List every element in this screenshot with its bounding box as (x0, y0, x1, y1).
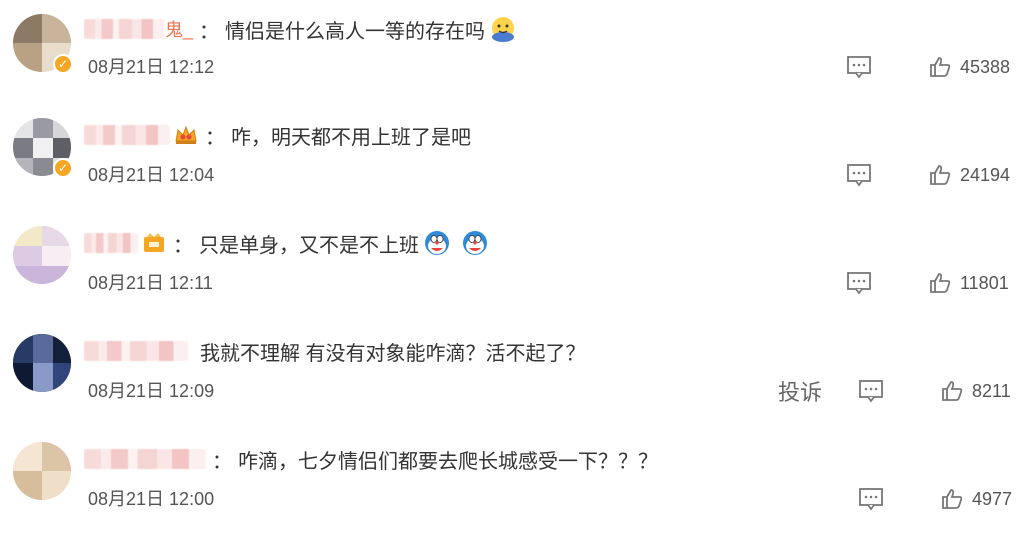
comment-time: 08月21日 12:04 (88, 165, 215, 185)
comment-text: 只是单身，又不是不上班 (199, 234, 419, 257)
comment-time: 08月21日 12:09 (88, 381, 215, 401)
username-suffix[interactable]: 鬼_ (165, 16, 193, 42)
comment-time: 08月21日 12:11 (88, 273, 213, 293)
like-count: 45388 (960, 56, 1011, 77)
avatar[interactable] (13, 442, 71, 500)
like-button[interactable]: 8211 (940, 379, 1024, 403)
report-button[interactable]: 投诉 (778, 375, 822, 407)
reply-icon[interactable] (846, 163, 872, 187)
thumbs-up-icon (928, 271, 952, 295)
reply-icon[interactable] (846, 271, 872, 295)
colon: ： (199, 20, 220, 43)
comment-text: 咋滴，七夕情侣们都要去爬长城感受一下？？？ (238, 450, 658, 473)
verified-icon: ✓ (53, 54, 73, 74)
comment-feed: ✓ 鬼_ ： 情侣是什么高人一等的存在吗 08月21日 12:12 45388 … (0, 0, 1024, 535)
like-button[interactable]: 11801 (928, 271, 1024, 295)
facepalm-emoji-icon (489, 15, 517, 43)
thumbs-up-icon (928, 163, 952, 187)
comment-time: 08月21日 12:00 (88, 489, 215, 509)
avatar[interactable] (13, 226, 71, 284)
colon: ： (205, 126, 225, 149)
comment-item: 我就不理解 有没有对象能咋滴？活不起了？ 08月21日 12:09 投诉 821… (0, 324, 1024, 432)
username[interactable] (84, 125, 170, 145)
comment-item: ✓ 鬼_ ： 情侣是什么高人一等的存在吗 08月21日 12:12 45388 (0, 0, 1024, 108)
comment-item: ： 咋滴，七夕情侣们都要去爬长城感受一下？？？ 08月21日 12:00 497… (0, 432, 1024, 535)
comment-text: 咋，明天都不用上班了是吧 (231, 126, 471, 149)
avatar[interactable]: ✓ (13, 118, 73, 178)
username[interactable] (84, 19, 164, 39)
colon: ： (173, 234, 193, 257)
verified-icon: ✓ (53, 158, 73, 178)
reply-icon[interactable] (858, 379, 884, 403)
colon: ： (212, 450, 232, 473)
thumbs-up-icon (940, 379, 964, 403)
doraemon-emoji-icon (423, 229, 451, 257)
doraemon-emoji-icon (461, 229, 489, 257)
username[interactable] (84, 233, 138, 253)
thumbs-up-icon (940, 487, 964, 511)
username[interactable] (84, 341, 188, 361)
avatar[interactable]: ✓ (13, 14, 73, 74)
comment-item: ： 只是单身，又不是不上班 08月21日 12:11 11801 (0, 216, 1024, 324)
like-button[interactable]: 4977 (940, 487, 1024, 511)
like-button[interactable]: 45388 (928, 55, 1024, 79)
comment-time: 08月21日 12:12 (88, 57, 215, 77)
comment-text: 情侣是什么高人一等的存在吗 (225, 20, 486, 43)
reply-icon[interactable] (846, 55, 872, 79)
crown-badge-icon (173, 123, 199, 147)
like-count: 8211 (972, 380, 1011, 401)
vip-badge-icon (141, 231, 167, 255)
like-count: 4977 (972, 488, 1013, 509)
username[interactable] (84, 449, 206, 469)
like-button[interactable]: 24194 (928, 163, 1024, 187)
comment-item: ✓ ： 咋，明天都不用上班了是吧 08月21日 12:04 24194 (0, 108, 1024, 216)
avatar[interactable] (13, 334, 71, 392)
thumbs-up-icon (928, 55, 952, 79)
reply-icon[interactable] (858, 487, 884, 511)
comment-text: 我就不理解 有没有对象能咋滴？活不起了？ (200, 342, 586, 365)
like-count: 11801 (960, 272, 1009, 293)
like-count: 24194 (960, 164, 1011, 185)
